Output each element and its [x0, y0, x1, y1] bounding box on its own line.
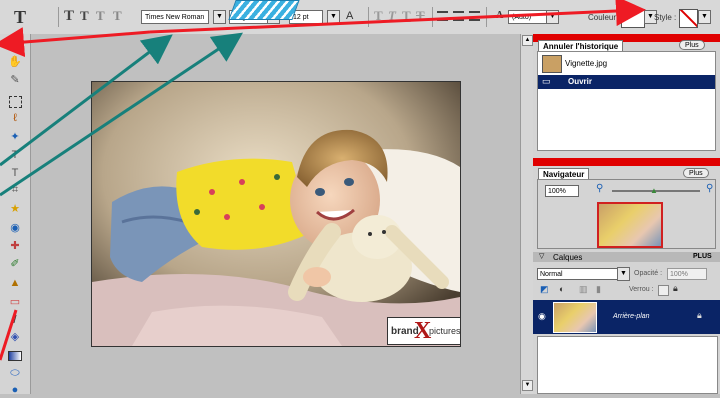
photo-illustration — [92, 82, 460, 346]
separator — [58, 7, 59, 27]
color-label: Couleur : — [588, 13, 621, 22]
horizontal-mask-text-icon[interactable]: T — [96, 8, 105, 24]
align-right-icon[interactable] — [469, 11, 480, 21]
gradient-icon[interactable] — [7, 347, 23, 363]
crop-icon[interactable]: ⌗ — [7, 182, 23, 198]
layers-empty-area — [537, 336, 718, 394]
align-center-icon[interactable] — [453, 11, 464, 21]
history-brush-icon[interactable]: ▲ — [7, 275, 23, 291]
brandx-watermark: brand X pictures — [387, 317, 461, 345]
adjustment-icon[interactable]: ◐ — [559, 284, 564, 294]
zoom-icon[interactable]: ⚲ — [7, 37, 23, 53]
layers-panel-titlebar[interactable]: ▽ Calques PLUS — [533, 252, 720, 262]
chevron-down-icon[interactable]: ▼ — [698, 10, 711, 24]
faux-italic-icon[interactable]: T — [388, 8, 396, 24]
zoom-slider-thumb[interactable]: ▲ — [650, 186, 658, 195]
zoom-out-icon[interactable]: ⚲ — [596, 183, 603, 194]
options-bar: T T T T T Times New Roman ▼ Regular ▼ 12… — [0, 0, 720, 35]
navigator-panel-titlebar[interactable] — [533, 158, 720, 166]
document-photo[interactable] — [91, 81, 461, 347]
collapse-icon[interactable]: ▽ — [539, 252, 544, 260]
strikethrough-icon[interactable]: T — [416, 8, 425, 24]
snapshot-thumbnail[interactable] — [542, 55, 562, 73]
text-color-swatch[interactable] — [621, 9, 645, 28]
type-tool-icon[interactable]: T — [7, 165, 23, 181]
panels-dock: Annuler l'historique Plus Vignette.jpg ▭… — [533, 34, 720, 394]
stamp-icon[interactable]: ◉ — [7, 220, 23, 236]
opacity-field[interactable]: 100% — [667, 268, 707, 280]
toolbox: ▸ ⚲ ✋ ✎ ℓ ✦ T T ⌗ ★ ◉ ✚ ✐ ▲ ▭ / ◈ ⬭ ● — [0, 34, 31, 396]
layer-name[interactable]: Arrière-plan — [613, 313, 650, 320]
history-step-row[interactable]: ▭ Ouvrir — [538, 75, 715, 89]
layers-plus-button[interactable]: PLUS — [693, 253, 712, 260]
tab-navigator[interactable]: Navigateur — [538, 168, 590, 179]
separator — [432, 7, 433, 27]
eyedropper-icon[interactable]: ✎ — [7, 72, 23, 88]
vertical-scrollbar[interactable]: ▲ ▼ — [520, 34, 533, 394]
shape-icon[interactable]: ⬭ — [7, 365, 23, 381]
text-tool-icon[interactable]: T — [7, 147, 23, 163]
trash-icon[interactable]: ▥ — [579, 284, 588, 295]
separator — [486, 7, 487, 27]
blend-mode-select[interactable]: Normal — [537, 268, 619, 280]
font-family-select[interactable]: Times New Roman — [141, 10, 209, 24]
star-icon[interactable]: ★ — [7, 201, 23, 217]
separator — [368, 7, 369, 27]
vertical-mask-text-icon[interactable]: T — [113, 8, 122, 24]
scroll-down-icon[interactable]: ▼ — [522, 380, 533, 391]
hand-icon[interactable]: ✋ — [7, 54, 23, 70]
layer-link-icon[interactable]: ◩ — [540, 284, 549, 295]
navigator-thumbnail[interactable] — [597, 202, 663, 248]
scroll-up-icon[interactable]: ▲ — [522, 35, 533, 46]
history-plus-button[interactable]: Plus — [679, 40, 705, 50]
align-left-icon[interactable] — [437, 11, 448, 21]
chevron-down-icon[interactable]: ▼ — [617, 267, 630, 281]
magic-wand-icon[interactable]: ✦ — [7, 129, 23, 145]
history-step-label: Ouvrir — [568, 77, 593, 86]
zoom-field[interactable]: 100% — [545, 185, 579, 197]
chevron-down-icon[interactable]: ▼ — [546, 10, 559, 24]
zoom-in-icon[interactable]: ⚲ — [706, 183, 713, 194]
underline-icon[interactable]: T — [402, 8, 411, 24]
marquee-icon[interactable] — [7, 93, 23, 109]
layer-row[interactable]: ◉ Arrière-plan 🔒︎ — [533, 300, 720, 334]
vertical-text-icon[interactable]: T — [80, 8, 89, 24]
style-label: Style : — [654, 13, 677, 22]
chevron-down-icon[interactable]: ▼ — [213, 10, 226, 24]
pencil-icon[interactable]: / — [7, 312, 23, 328]
watermark-pictures: pictures — [429, 326, 461, 336]
leading-icon: A — [496, 10, 504, 21]
text-tool-icon[interactable]: T — [10, 7, 30, 27]
lasso-icon[interactable]: ℓ — [7, 110, 23, 126]
tab-layers[interactable]: Calques — [553, 253, 582, 262]
banner-decoration — [228, 0, 300, 20]
navigator-panel: 100% ⚲ ▲ ⚲ — [537, 179, 716, 249]
eraser-icon[interactable]: ▭ — [7, 294, 23, 310]
history-panel: Vignette.jpg ▭ Ouvrir — [537, 51, 716, 151]
anti-alias-icon[interactable]: A — [346, 10, 353, 22]
lock-pixels-checkbox[interactable] — [658, 285, 669, 296]
dodge-icon[interactable]: ● — [7, 382, 23, 398]
history-state-icon: ▭ — [542, 76, 551, 86]
lock-transparency-icon[interactable]: ▮ — [596, 284, 601, 295]
lock-label: Verrou : — [629, 286, 654, 293]
layer-lock-icon: 🔒︎ — [697, 310, 702, 320]
chevron-down-icon[interactable]: ▼ — [327, 10, 340, 24]
navigator-plus-button[interactable]: Plus — [683, 168, 709, 178]
healing-icon[interactable]: ✚ — [7, 238, 23, 254]
faux-bold-icon[interactable]: T — [374, 8, 383, 24]
lock-icon[interactable]: 🔒︎ — [673, 283, 678, 294]
eye-icon[interactable]: ◉ — [538, 311, 546, 322]
tab-history[interactable]: Annuler l'historique — [538, 40, 624, 51]
opacity-label: Opacité : — [634, 270, 663, 277]
style-swatch[interactable] — [679, 9, 698, 28]
layer-thumbnail[interactable] — [553, 302, 597, 333]
horizontal-text-icon[interactable]: T — [64, 8, 74, 25]
brush-icon[interactable]: ✐ — [7, 256, 23, 272]
snapshot-name[interactable]: Vignette.jpg — [565, 59, 607, 68]
paint-bucket-icon[interactable]: ◈ — [7, 329, 23, 345]
